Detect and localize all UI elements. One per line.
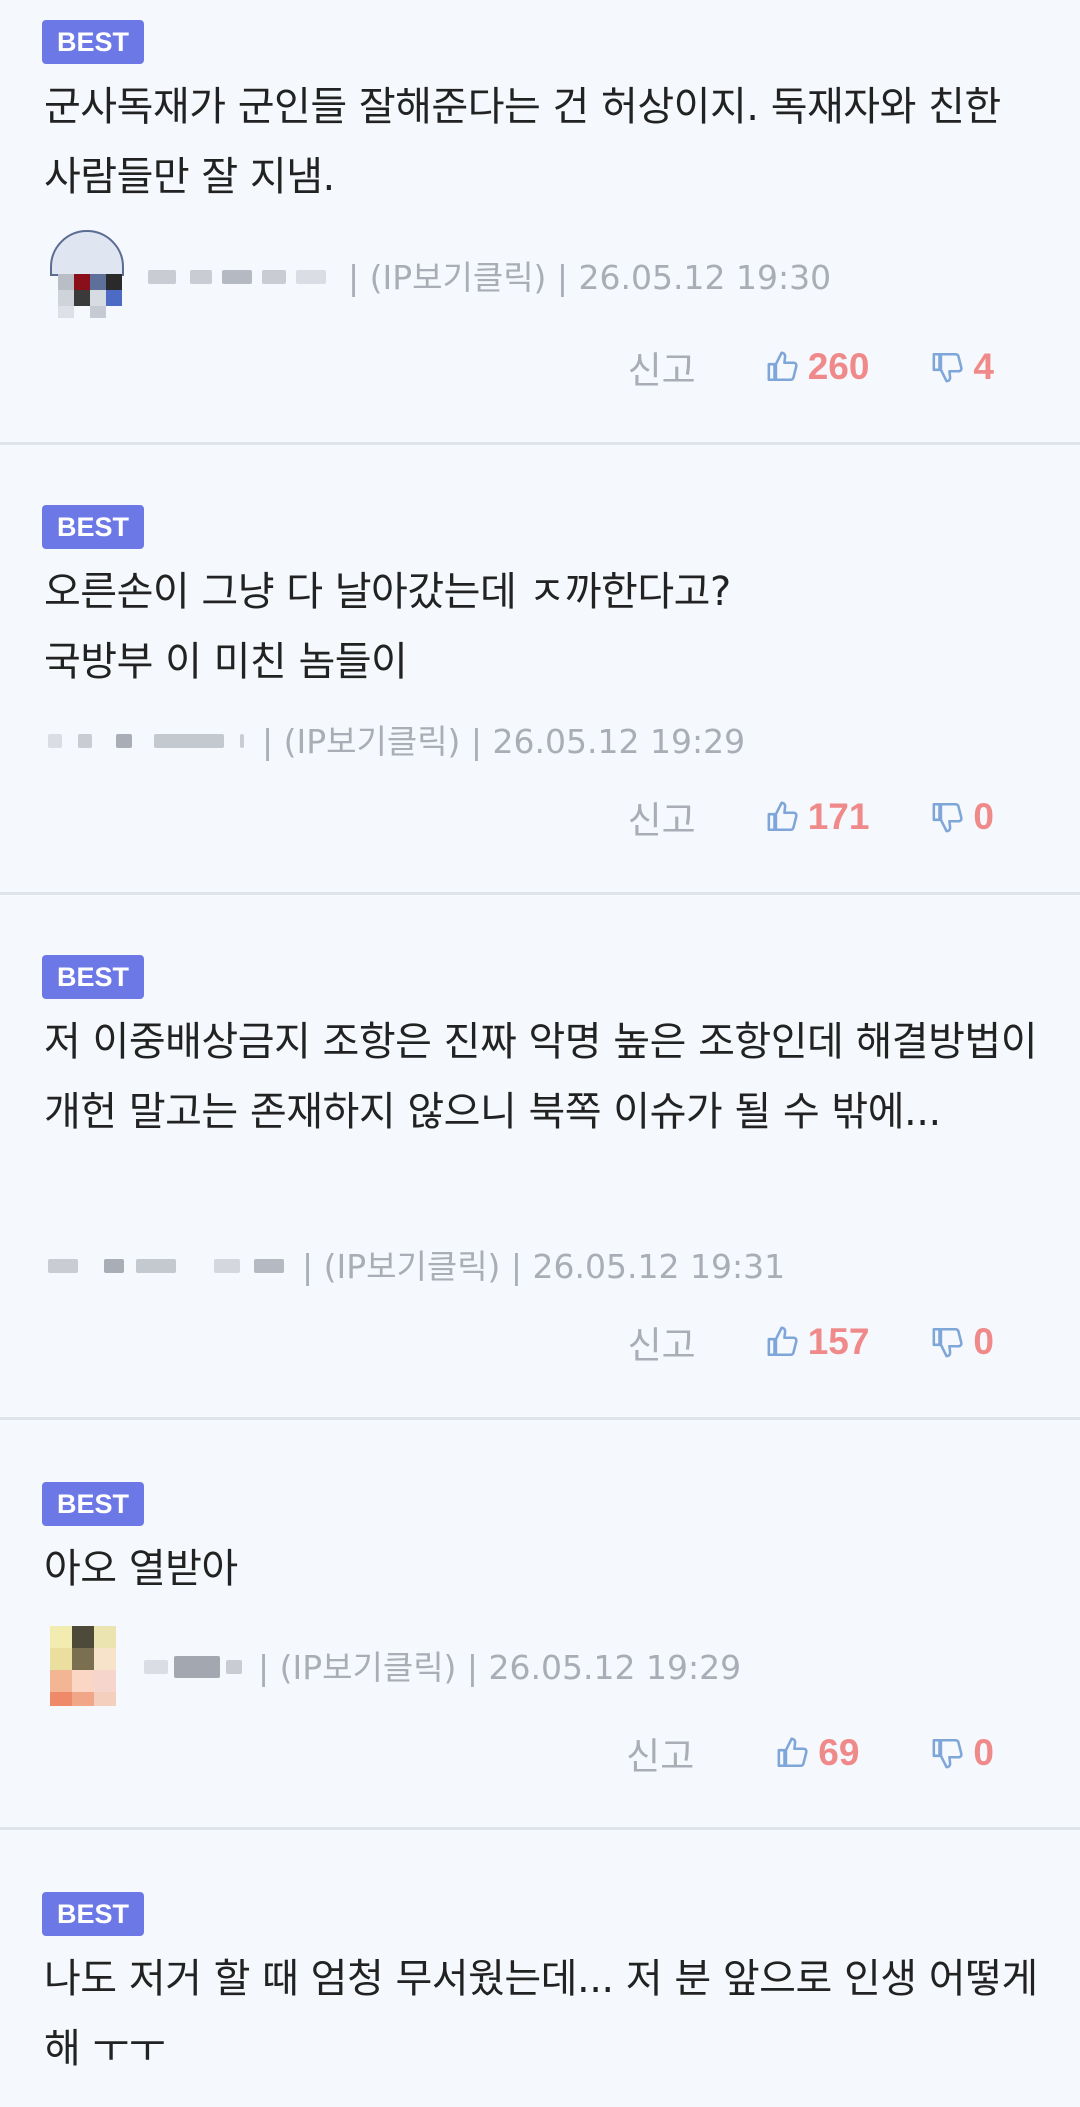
- best-badge: BEST: [42, 1892, 145, 1936]
- best-badge: BEST: [42, 1482, 145, 1526]
- dislike-count: 0: [973, 796, 994, 837]
- like-count: 260: [807, 346, 870, 387]
- dislike-count: 0: [973, 1732, 994, 1773]
- dislike-button[interactable]: 0: [931, 1321, 994, 1363]
- thumbs-up-icon: [777, 1737, 808, 1768]
- thumbs-down-icon: [932, 1327, 964, 1358]
- username[interactable]: [44, 1247, 294, 1281]
- comment-meta: | (IP보기클릭) | 26.05.12 19:29: [44, 1620, 741, 1710]
- comment-actions: 신고 157 0: [628, 1315, 994, 1369]
- dislike-button[interactable]: 4: [931, 346, 994, 388]
- comment-actions: 신고 171 0: [628, 790, 994, 844]
- dislike-count: 0: [973, 1321, 994, 1362]
- thumbs-up-icon: [767, 801, 798, 832]
- comment-meta: | (IP보기클릭) | 26.05.12 19:30: [44, 230, 831, 320]
- report-button[interactable]: 신고: [628, 340, 696, 394]
- best-badge: BEST: [42, 505, 145, 549]
- comment-actions: 신고 260 4: [628, 340, 994, 394]
- comment-item: BEST 군사독재가 군인들 잘해준다는 건 허상이지. 독재자와 친한 사람들…: [0, 0, 1080, 445]
- like-button[interactable]: 260: [766, 346, 870, 388]
- comment-item: BEST 오른손이 그냥 다 날아갔는데 ㅈ까한다고? 국방부 이 미친 놈들이…: [0, 445, 1080, 895]
- dislike-button[interactable]: 0: [931, 1732, 994, 1774]
- thumbs-down-icon: [932, 802, 964, 833]
- comment-meta-text: | (IP보기클릭) | 26.05.12 19:29: [262, 722, 746, 761]
- like-button[interactable]: 157: [766, 1321, 870, 1363]
- comment-meta-text: | (IP보기클릭) | 26.05.12 19:31: [302, 1247, 786, 1286]
- thumbs-up-icon: [767, 351, 798, 382]
- like-button[interactable]: 171: [766, 796, 870, 838]
- like-button[interactable]: 69: [776, 1732, 859, 1774]
- comment-meta: | (IP보기클릭) | 26.05.12 19:31: [44, 1240, 785, 1288]
- thumbs-down-icon: [932, 352, 964, 383]
- comment-actions: 신고 69 0: [626, 1726, 994, 1780]
- comment-text: 오른손이 그냥 다 날아갔는데 ㅈ까한다고? 국방부 이 미친 놈들이: [44, 569, 731, 685]
- like-count: 69: [818, 1732, 860, 1773]
- comment-text: 군사독재가 군인들 잘해준다는 건 허상이지. 독재자와 친한 사람들만 잘 지…: [44, 84, 1001, 200]
- user-avatar[interactable]: [44, 1620, 134, 1710]
- best-badge: BEST: [42, 20, 145, 64]
- thumbs-down-icon: [932, 1738, 964, 1769]
- comment-text: 나도 저거 할 때 엄청 무서웠는데... 저 분 앞으로 인생 어떻게 해 ㅜ…: [44, 1956, 1038, 2072]
- like-count: 157: [807, 1321, 870, 1362]
- user-avatar[interactable]: [44, 230, 134, 320]
- best-badge: BEST: [42, 955, 145, 999]
- comment-item: BEST 저 이중배상금지 조항은 진짜 악명 높은 조항인데 해결방법이 개헌…: [0, 895, 1080, 1420]
- username[interactable]: [140, 258, 340, 292]
- report-button[interactable]: 신고: [628, 1315, 696, 1369]
- comment-text: 아오 열받아: [44, 1546, 238, 1592]
- report-button[interactable]: 신고: [628, 790, 696, 844]
- comment-meta-text: | (IP보기클릭) | 26.05.12 19:30: [348, 258, 832, 297]
- comment-item: BEST 아오 열받아 | (IP보기클릭) | 26.05.12 19:29 …: [0, 1420, 1080, 1830]
- thumbs-up-icon: [767, 1326, 798, 1357]
- dislike-count: 4: [973, 346, 994, 387]
- dislike-button[interactable]: 0: [931, 796, 994, 838]
- like-count: 171: [807, 796, 870, 837]
- username[interactable]: [140, 1648, 250, 1682]
- comment-text: 저 이중배상금지 조항은 진짜 악명 높은 조항인데 해결방법이 개헌 말고는 …: [44, 1019, 1038, 1135]
- report-button[interactable]: 신고: [626, 1726, 694, 1780]
- username[interactable]: [44, 722, 254, 756]
- comment-meta-text: | (IP보기클릭) | 26.05.12 19:29: [258, 1648, 742, 1687]
- comment-list: BEST 군사독재가 군인들 잘해준다는 건 허상이지. 독재자와 친한 사람들…: [0, 0, 1080, 2107]
- comment-meta: | (IP보기클릭) | 26.05.12 19:29: [44, 715, 745, 763]
- comment-item: BEST 나도 저거 할 때 엄청 무서웠는데... 저 분 앞으로 인생 어떻…: [0, 1830, 1080, 2107]
